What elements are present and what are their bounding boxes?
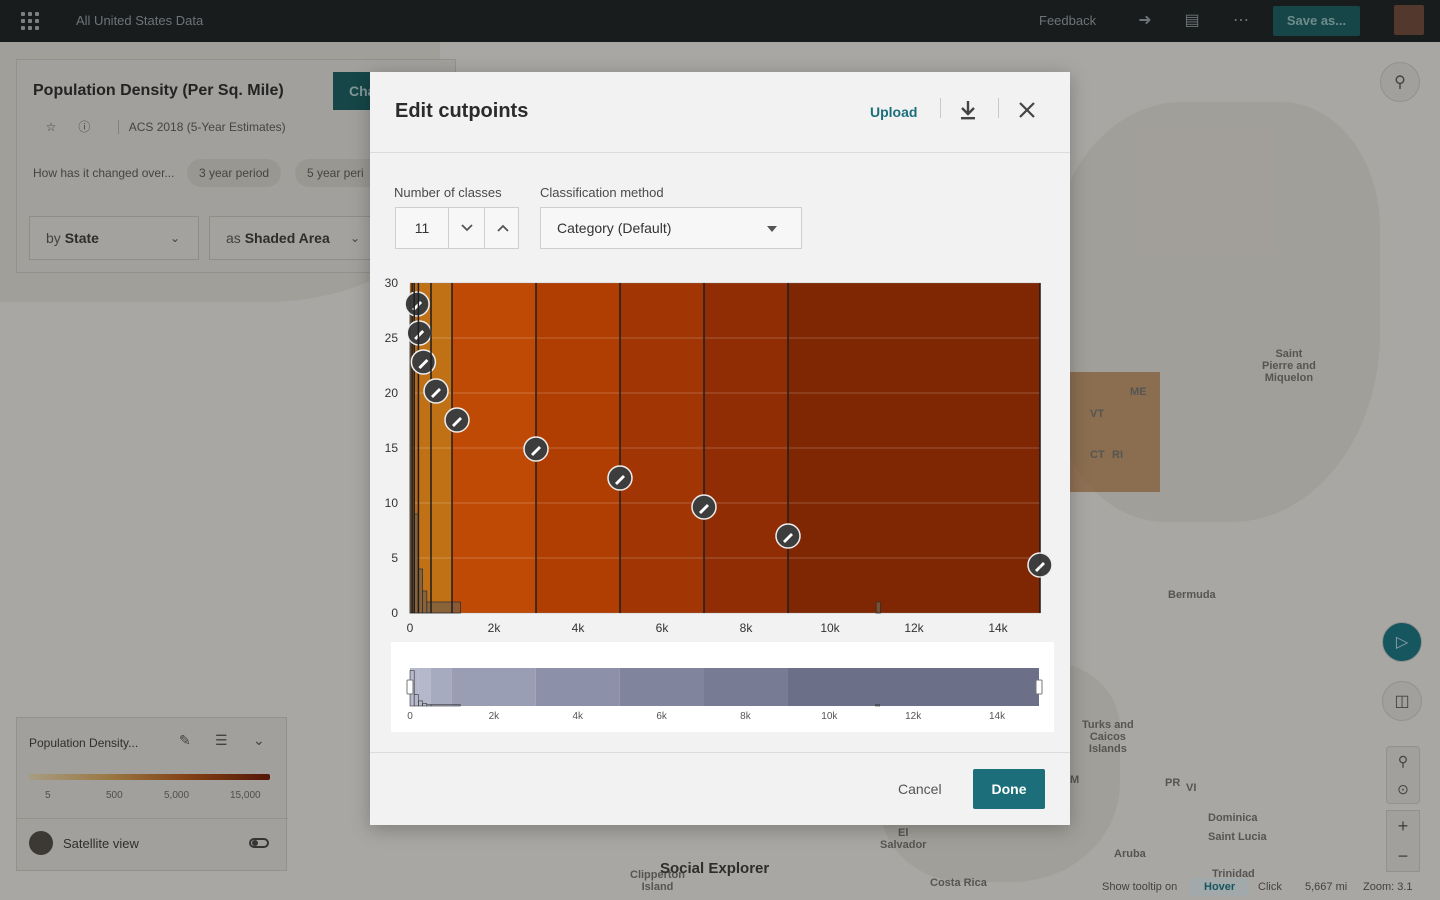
cutpoint-edit-icon[interactable] bbox=[423, 378, 449, 404]
cutpoint-edit-icon[interactable] bbox=[607, 465, 633, 491]
close-icon[interactable] bbox=[1017, 100, 1037, 120]
separator bbox=[998, 98, 999, 118]
range-tick-label: 6k bbox=[656, 711, 668, 722]
y-tick-label: 30 bbox=[385, 276, 399, 290]
range-band bbox=[430, 668, 452, 706]
classes-label: Number of classes bbox=[394, 185, 502, 200]
y-tick-label: 0 bbox=[391, 606, 398, 620]
separator bbox=[940, 98, 941, 118]
handle-circle bbox=[410, 349, 437, 375]
range-min-handle[interactable] bbox=[406, 679, 414, 695]
increment-button[interactable] bbox=[484, 208, 520, 248]
range-slider[interactable]: 0 2k 4k 6k 8k 10k 12k 14k bbox=[391, 642, 1054, 732]
range-slider-box: 0 2k 4k 6k 8k 10k 12k 14k bbox=[391, 642, 1054, 732]
histogram-bar bbox=[430, 601, 461, 614]
cutpoints-chart: 0 5 10 15 20 25 30 0 2k 4k 6k 8k 10k 12k 14k bbox=[370, 272, 1070, 632]
caret-down-icon bbox=[767, 226, 777, 232]
upload-button[interactable]: Upload bbox=[870, 104, 917, 120]
range-band bbox=[414, 668, 419, 706]
method-value: Category (Default) bbox=[557, 220, 672, 236]
cutpoint-edit-icon[interactable] bbox=[410, 349, 437, 375]
divider bbox=[370, 152, 1070, 153]
x-tick-label: 0 bbox=[407, 621, 414, 632]
done-button[interactable]: Done bbox=[973, 769, 1045, 809]
x-tick-label: 8k bbox=[740, 621, 754, 632]
classes-stepper: 11 bbox=[395, 207, 519, 249]
decrement-button[interactable] bbox=[448, 208, 484, 248]
range-tick-label: 10k bbox=[821, 711, 838, 722]
range-tick-label: 14k bbox=[989, 711, 1006, 722]
cutpoint-edit-icon[interactable] bbox=[404, 291, 430, 317]
histogram-bar bbox=[875, 601, 881, 614]
cutpoint-edit-icon[interactable] bbox=[406, 320, 432, 346]
y-tick-label: 15 bbox=[385, 441, 399, 455]
y-tick-label: 5 bbox=[391, 551, 398, 565]
histogram-chart[interactable]: 0 5 10 15 20 25 30 0 2k 4k 6k 8k 10k 12k 14k bbox=[370, 272, 1070, 632]
range-band bbox=[451, 668, 536, 706]
range-tick-label: 12k bbox=[905, 711, 922, 722]
x-tick-label: 6k bbox=[656, 621, 670, 632]
y-tick-label: 25 bbox=[385, 331, 399, 345]
range-tick-label: 2k bbox=[489, 711, 501, 722]
cutpoint-edit-icon[interactable] bbox=[691, 494, 717, 520]
cutpoint-edit-icon[interactable] bbox=[523, 436, 549, 462]
range-band bbox=[619, 668, 704, 706]
range-band bbox=[787, 668, 1039, 706]
cutpoint-edit-icon[interactable] bbox=[444, 407, 470, 433]
y-tick-label: 20 bbox=[385, 386, 399, 400]
x-tick-label: 4k bbox=[572, 621, 586, 632]
range-tick-label: 8k bbox=[740, 711, 752, 722]
cancel-button[interactable]: Cancel bbox=[898, 781, 942, 797]
chevron-up-icon bbox=[496, 224, 509, 232]
y-tick-label: 10 bbox=[385, 496, 399, 510]
download-icon[interactable] bbox=[958, 98, 978, 122]
cutpoint-edit-icon[interactable] bbox=[775, 523, 801, 549]
x-tick-label: 14k bbox=[988, 621, 1008, 632]
method-label: Classification method bbox=[540, 185, 664, 200]
histogram-bar bbox=[422, 590, 428, 614]
range-max-handle[interactable] bbox=[1035, 679, 1043, 695]
range-tick-label: 4k bbox=[572, 711, 584, 722]
edit-cutpoints-dialog: Edit cutpoints Upload Number of classes … bbox=[370, 72, 1070, 825]
range-band bbox=[535, 668, 620, 706]
chevron-down-icon bbox=[460, 224, 473, 232]
classification-method-select[interactable]: Category (Default) bbox=[540, 207, 802, 249]
x-tick-label: 2k bbox=[488, 621, 502, 632]
divider bbox=[370, 752, 1070, 753]
x-tick-label: 12k bbox=[904, 621, 924, 632]
classes-value[interactable]: 11 bbox=[396, 208, 448, 248]
range-tick-label: 0 bbox=[407, 711, 413, 722]
dialog-title: Edit cutpoints bbox=[395, 100, 529, 122]
x-tick-label: 10k bbox=[820, 621, 840, 632]
range-band bbox=[418, 668, 431, 706]
range-band bbox=[703, 668, 788, 706]
